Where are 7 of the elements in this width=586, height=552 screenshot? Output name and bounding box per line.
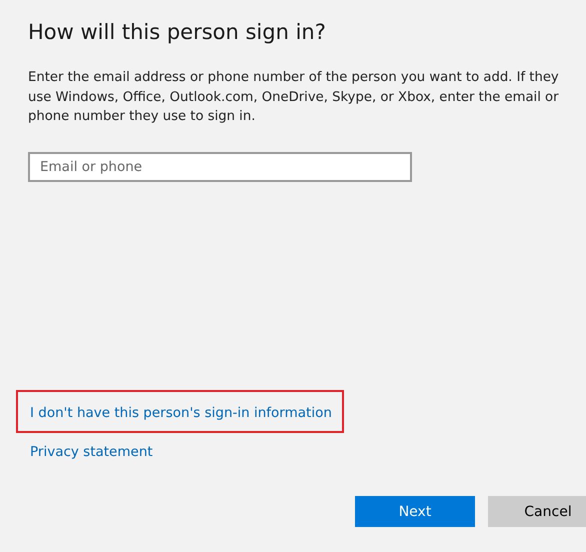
link[interactable]: Privacy statement <box>30 444 153 460</box>
cancel-button[interactable]: Cancel <box>488 496 586 527</box>
dialog-title: How will this person sign in? <box>28 20 327 44</box>
link[interactable]: I don't have this person's sign-in information <box>30 405 332 421</box>
instructions-text: Enter the email address or phone number of the person you want to add. If they use Windows, Office, Outlook.com, OneDrive, Skype, or Xbox, enter the email or phone number they use to sign in. <box>28 69 560 126</box>
next-button[interactable]: Next <box>355 496 475 527</box>
email-field[interactable]: Email or phone <box>28 152 412 182</box>
